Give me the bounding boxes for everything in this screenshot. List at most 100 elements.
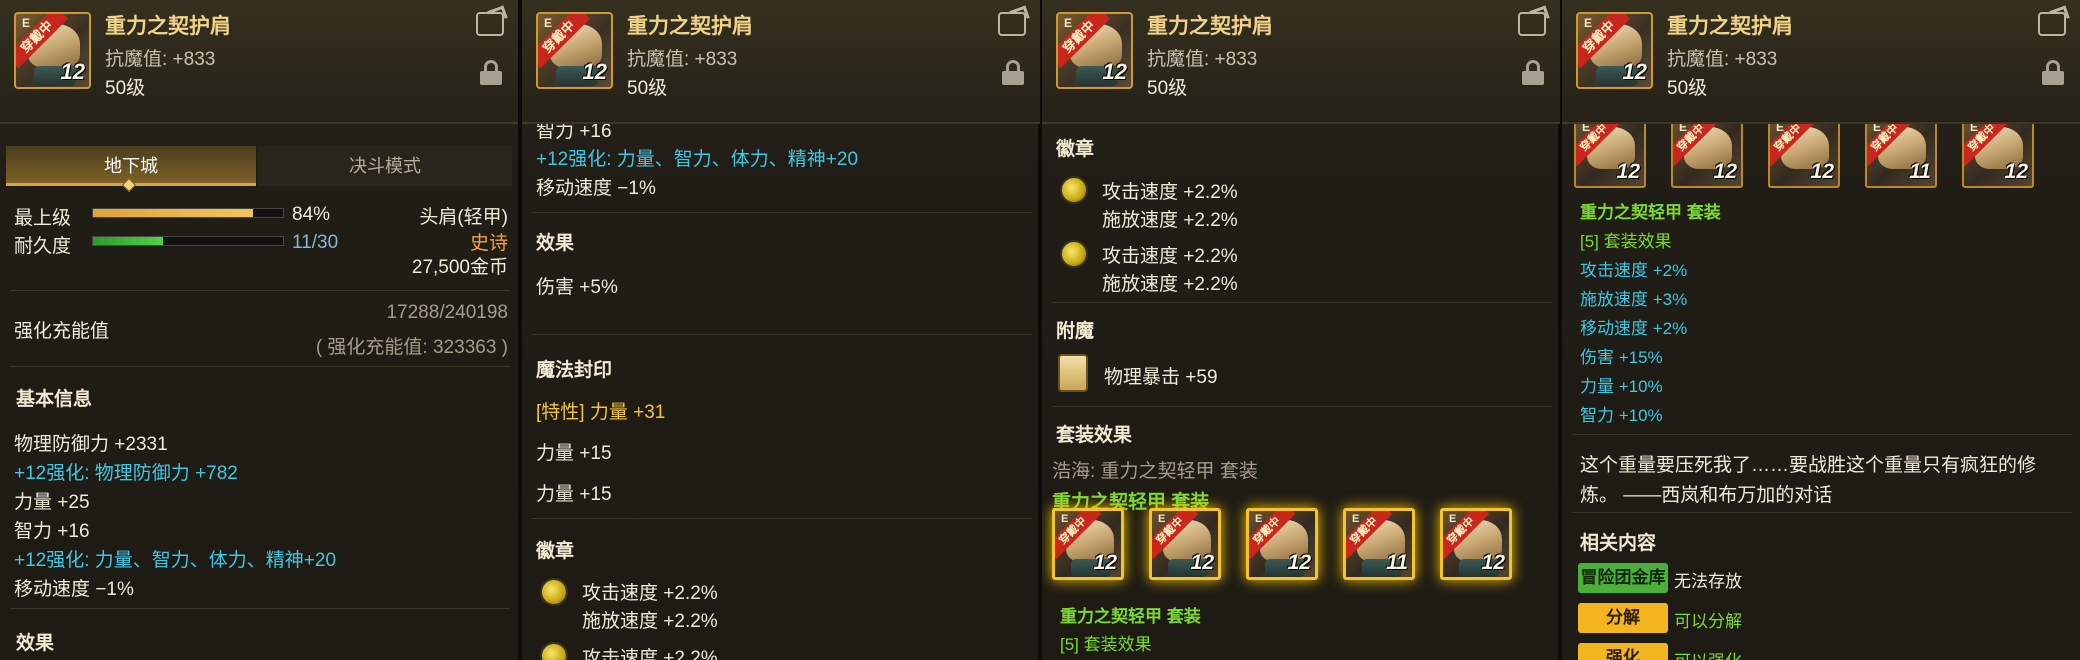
set-bonus-line: 攻击速度 +2% — [1580, 261, 1688, 280]
item-tooltip-panel-3: 穿戴中 E 12 重力之契护肩 抗魔值: +833 50级 徽章 攻击速度 +2… — [1042, 0, 1560, 660]
set-item-slot[interactable]: 穿戴中 E 12 — [1440, 508, 1512, 580]
grade-bar — [92, 208, 284, 218]
related-text: 可以分解 — [1674, 612, 1742, 631]
emblem-line: 攻击速度 +2.2% — [582, 648, 718, 660]
set-bonus-line: 施放速度 +3% — [1580, 290, 1688, 309]
enhance-level: 12 — [1481, 551, 1505, 574]
item-name: 重力之契护肩 — [1147, 15, 1273, 38]
shoulder-armor-icon: 穿戴中 E 12 — [1056, 12, 1133, 89]
emblem-line: 施放速度 +2.2% — [1102, 274, 1238, 295]
price: 27,500金币 — [411, 257, 508, 278]
share-icon[interactable] — [476, 12, 504, 36]
effect-title: 效果 — [16, 633, 55, 654]
tooltip-header: 穿戴中 E 12 重力之契护肩 抗魔值: +833 50级 — [0, 0, 518, 124]
set-name: 重力之契轻甲 套装 — [1580, 203, 1721, 222]
lock-icon[interactable] — [2042, 60, 2064, 85]
item-tooltip-panel-4: 穿戴中 E 12 穿戴中 E 12 穿戴中 E 12 穿戴中 E 11 穿戴中 E 12 穿戴中 E 12 … — [1562, 0, 2080, 660]
enhance-level: 12 — [2004, 160, 2028, 183]
item-level: 50级 — [1667, 78, 1708, 99]
tooltip-header: 穿戴中 E 12 重力之契护肩 抗魔值: +833 50级 — [1562, 0, 2080, 124]
set-item-slot[interactable]: 穿戴中 E 12 — [1149, 508, 1221, 580]
emblem-line: 施放速度 +2.2% — [1102, 210, 1238, 231]
effect-title: 效果 — [536, 233, 575, 254]
shoulder-armor-icon: 穿戴中 E 12 — [14, 12, 91, 89]
set-item-slot[interactable]: 穿戴中 E 12 — [1574, 116, 1646, 188]
set-bonus-header: [5] 套装效果 — [1060, 635, 1152, 654]
seal-line: 力量 +15 — [536, 484, 612, 505]
item-tooltip-panel-1: 穿戴中 E 12 重力之契护肩 抗魔值: +833 50级 地下城 决斗模式 最… — [0, 0, 518, 660]
enchant-title: 附魔 — [1056, 321, 1095, 342]
item-stat: 抗魔值: +833 — [1667, 49, 1778, 70]
item-level: 50级 — [1147, 78, 1188, 99]
stat-line: +12强化: 力量、智力、体力、精神+20 — [536, 149, 859, 170]
equip-mark: E — [22, 16, 31, 30]
item-level: 50级 — [627, 78, 668, 99]
stat-line: 物理防御力 +2331 — [14, 434, 168, 455]
stat-line: +12强化: 力量、智力、体力、精神+20 — [14, 550, 337, 571]
stat-line: 智力 +16 — [14, 521, 90, 542]
emblem-icon — [540, 578, 568, 606]
durability-label: 耐久度 — [14, 236, 72, 257]
emblem-title: 徽章 — [536, 541, 575, 562]
emblem-icon — [1060, 240, 1088, 268]
rarity: 史诗 — [469, 233, 508, 254]
equip-mark: E — [1255, 513, 1263, 525]
stat-line: +12强化: 物理防御力 +782 — [14, 463, 238, 484]
set-item-slot[interactable]: 穿戴中 E 12 — [1246, 508, 1318, 580]
enhance-level: 11 — [1909, 160, 1931, 183]
item-stat: 抗魔值: +833 — [105, 49, 216, 70]
flavor-text: 炼。 ——西岚和布万加的对话 — [1580, 485, 1833, 506]
related-title: 相关内容 — [1580, 533, 1657, 554]
enhance-level: 12 — [582, 59, 607, 84]
related-badge-enhance[interactable]: 强化 — [1578, 643, 1668, 660]
equip-mark: E — [544, 16, 553, 30]
item-stat: 抗魔值: +833 — [627, 49, 738, 70]
enhance-level: 12 — [1190, 551, 1214, 574]
lock-icon[interactable] — [480, 60, 502, 85]
charge-label: 强化充能值 — [14, 321, 110, 342]
related-badge-storage[interactable]: 冒险团金库 — [1578, 563, 1668, 593]
emblem-title: 徽章 — [1056, 139, 1095, 160]
equip-mark: E — [1061, 513, 1069, 525]
effect-line: 伤害 +5% — [536, 277, 618, 298]
lock-icon[interactable] — [1522, 60, 1544, 85]
enhance-level: 12 — [60, 59, 85, 84]
set-item-slot[interactable]: 穿戴中 E 11 — [1343, 508, 1415, 580]
seal-line: 力量 +15 — [536, 443, 612, 464]
item-stat: 抗魔值: +833 — [1147, 49, 1258, 70]
stat-line: 力量 +25 — [14, 492, 90, 513]
set-name-2: 重力之契轻甲 套装 — [1060, 607, 1201, 626]
share-icon[interactable] — [998, 12, 1026, 36]
equip-mark: E — [1158, 513, 1166, 525]
equip-mark: E — [1064, 16, 1073, 30]
tab-pvp[interactable]: 决斗模式 — [258, 146, 512, 186]
related-text: 可以强化 — [1674, 647, 1742, 660]
set-item-slot[interactable]: 穿戴中 E 12 — [1052, 508, 1124, 580]
emblem-line: 施放速度 +2.2% — [582, 611, 718, 632]
enchant-line: 物理暴击 +59 — [1104, 367, 1218, 388]
emblem-icon — [1060, 176, 1088, 204]
set-sub: 浩海: 重力之契轻甲 套装 — [1052, 461, 1258, 482]
set-item-slot[interactable]: 穿戴中 E 12 — [1768, 116, 1840, 188]
enhance-level: 12 — [1810, 160, 1834, 183]
set-bonus-line: 移动速度 +2% — [1580, 319, 1688, 338]
enchant-card-icon — [1058, 354, 1088, 392]
related-badge-disassemble[interactable]: 分解 — [1578, 603, 1668, 633]
seal-title: 魔法封印 — [536, 360, 613, 381]
equip-mark: E — [1449, 513, 1457, 525]
item-name: 重力之契护肩 — [1667, 15, 1793, 38]
equip-mark: E — [1584, 16, 1593, 30]
charge-value: 17288/240198 — [386, 302, 508, 323]
slot-type: 头肩(轻甲) — [419, 207, 508, 228]
set-item-slot[interactable]: 穿戴中 E 11 — [1865, 116, 1937, 188]
set-bonus-line: 智力 +10% — [1580, 406, 1663, 425]
share-icon[interactable] — [1518, 12, 1546, 36]
related-text: 无法存放 — [1674, 572, 1742, 591]
set-item-slot[interactable]: 穿戴中 E 12 — [1962, 116, 2034, 188]
lock-icon[interactable] — [1002, 60, 1024, 85]
equip-mark: E — [1352, 513, 1360, 525]
tooltip-header: 穿戴中 E 12 重力之契护肩 抗魔值: +833 50级 — [1042, 0, 1560, 124]
tooltip-header: 穿戴中 E 12 重力之契护肩 抗魔值: +833 50级 — [522, 0, 1040, 124]
set-item-slot[interactable]: 穿戴中 E 12 — [1671, 116, 1743, 188]
share-icon[interactable] — [2038, 12, 2066, 36]
